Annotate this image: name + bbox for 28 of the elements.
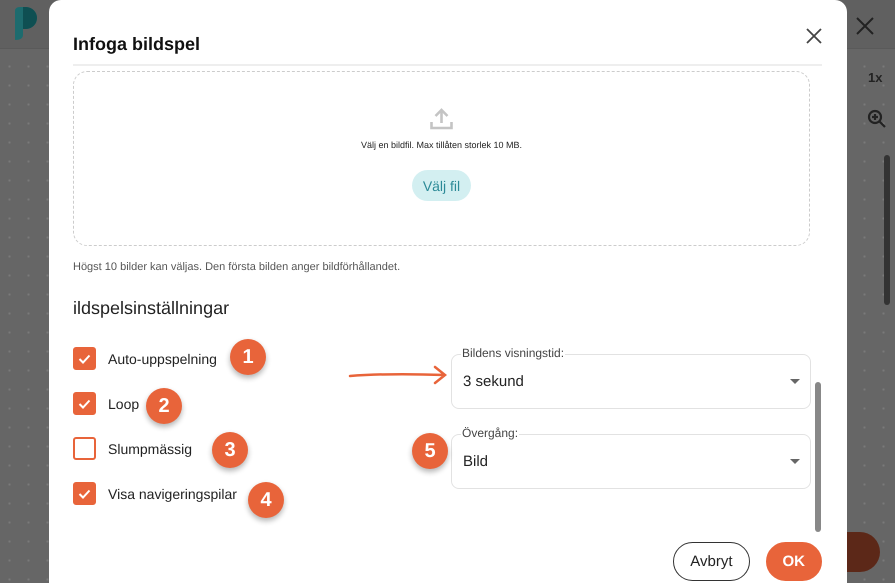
dropdown-arrow-icon (790, 459, 800, 464)
upload-text: Välj en bildfil. Max tillåten storlek 10 MB. (360, 140, 522, 150)
checkbox-label: Visa navigeringspilar (108, 486, 237, 502)
field-label: Bildens visningstid: (461, 346, 566, 360)
logo-icon (15, 7, 39, 40)
hint-text: Högst 10 bilder kan väljas. Den första bilden anger bildförhållandet. (73, 261, 402, 273)
zoom-level: 1x (868, 70, 882, 85)
field-label: Övergång: (461, 426, 520, 440)
section-heading: ildspelsinställningar (73, 298, 230, 319)
checkbox-label: Loop (108, 396, 140, 412)
check-icon (78, 398, 91, 408)
checkbox[interactable] (73, 347, 96, 370)
close-icon[interactable] (855, 16, 875, 36)
check-icon (78, 354, 91, 364)
check-icon (78, 488, 91, 498)
scrollbar[interactable] (815, 382, 821, 532)
checkbox[interactable] (73, 437, 96, 460)
drop-zone[interactable]: Välj en bildfil. Max tillåten storlek 10 MB. Välj fil (73, 71, 810, 246)
upload-icon (430, 108, 453, 130)
checkbox-label: Auto-uppspelning (108, 350, 217, 366)
dialog-title: Infoga bildspel (73, 34, 200, 54)
cancel-button[interactable]: Avbryt (673, 542, 750, 581)
checkbox[interactable] (73, 482, 96, 505)
checkbox-label: Slumpmässig (108, 440, 192, 456)
checkbox[interactable] (73, 392, 96, 415)
dropdown-arrow-icon (790, 379, 800, 384)
scrollbar[interactable] (884, 155, 890, 305)
zoom-in-icon[interactable] (867, 109, 886, 128)
